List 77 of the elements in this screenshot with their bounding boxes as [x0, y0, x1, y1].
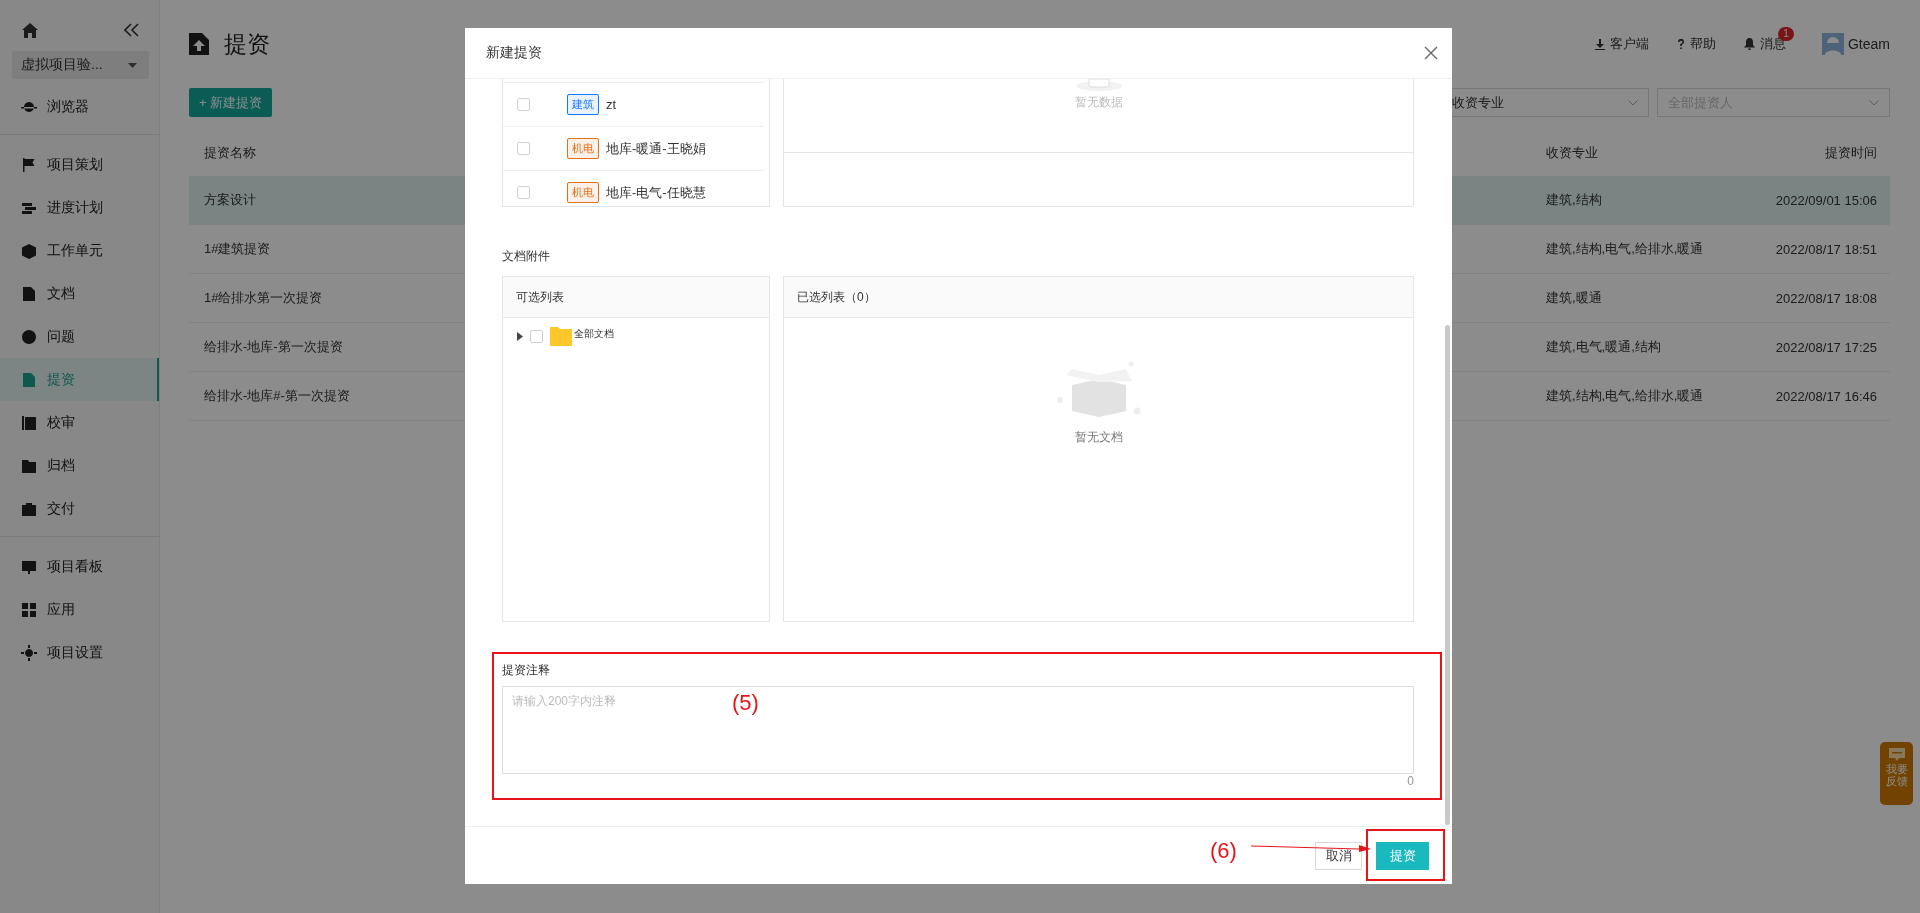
character-counter: 0 — [1407, 774, 1414, 788]
bell-icon — [1744, 38, 1755, 50]
table-cell-text: 1#给排水第一次提资 — [203, 289, 323, 307]
review-icon — [21, 414, 37, 431]
table-cell-text: 给排水-地库-第一次提资 — [203, 338, 343, 356]
table-cell-text: 2022/09/01 15:06 — [1775, 192, 1878, 208]
table-cell-text: 2022/08/17 18:51 — [1775, 241, 1878, 257]
discipline-tag: 机电 — [567, 138, 599, 159]
sidebar-item[interactable]: 归档 — [0, 444, 159, 487]
scrollbar[interactable] — [1445, 325, 1450, 825]
table-cell: 建筑,电气,暖通,结构 — [1546, 338, 1661, 356]
download-icon — [1595, 38, 1605, 50]
sidebar-item[interactable]: 交付 — [0, 487, 159, 530]
annotation-label: (5) — [732, 690, 759, 716]
caret-icon — [128, 62, 137, 68]
chevron-icon — [1628, 99, 1638, 106]
chat-icon — [1888, 748, 1905, 761]
discipline-tag: 机电 — [567, 182, 599, 203]
checkbox[interactable] — [517, 142, 530, 155]
member-name: 地库-电气-任晓慧 — [606, 183, 706, 202]
tree-item[interactable]: 全部文档 — [574, 326, 614, 341]
sidebar-item[interactable]: 校审 — [0, 401, 159, 444]
annotation-label: (6) — [1210, 838, 1237, 864]
panel-header: 可选列表 — [516, 288, 564, 306]
table-cell-text: 1#建筑提资 — [203, 240, 271, 258]
table-cell: 建筑,结构,电气,给排水,暖通 — [1546, 387, 1704, 405]
close-icon[interactable] — [1424, 46, 1438, 60]
column-header: 提资时间 — [1825, 144, 1878, 162]
chevron-icon — [1869, 99, 1879, 106]
page-title: 提资 — [224, 29, 270, 59]
empty-message: 暂无数据 — [1074, 94, 1123, 111]
sidebar-item[interactable]: 项目看板 — [0, 545, 159, 588]
cancel-button[interactable]: 取消 — [1315, 841, 1362, 870]
sidebar-item[interactable]: 工作单元 — [0, 229, 159, 272]
section-label: 文档附件 — [502, 248, 551, 265]
expand-arrow-icon[interactable] — [517, 332, 523, 341]
sidebar-item[interactable]: 进度计划 — [0, 186, 159, 229]
user-name[interactable]: Gteam — [1848, 36, 1890, 52]
table-cell-text: 给排水-地库#-第一次提资 — [203, 387, 350, 405]
table-cell: 建筑,暖通 — [1546, 289, 1602, 307]
checkbox[interactable] — [530, 330, 543, 343]
member-name: 地库-暖通-王晓娟 — [606, 139, 706, 158]
member-name: zt — [606, 97, 617, 112]
table-cell-text: 2022/08/17 17:25 — [1775, 339, 1878, 355]
avatar-icon[interactable] — [1822, 33, 1844, 55]
section-label: 提资注释 — [502, 662, 551, 679]
table-cell-text: 2022/08/17 18:08 — [1775, 290, 1878, 306]
panel-header: 已选列表（0） — [797, 288, 876, 306]
sidebar-item[interactable]: 应用 — [0, 588, 159, 631]
empty-box-icon — [1056, 361, 1141, 419]
home-icon[interactable] — [22, 22, 38, 38]
briefcase-icon — [21, 500, 37, 517]
client-link[interactable]: 客户端 — [1595, 35, 1649, 53]
grid-icon — [21, 601, 37, 618]
sidebar-item[interactable]: 浏览器 — [0, 85, 159, 128]
empty-message: 暂无文档 — [1074, 429, 1123, 446]
flag-icon — [21, 156, 37, 173]
column-header: 提资名称 — [203, 144, 256, 162]
table-cell-text: 方案设计 — [203, 191, 256, 209]
discipline-tag: 建筑 — [567, 94, 599, 115]
document-icon — [21, 285, 37, 302]
board-icon — [21, 558, 37, 575]
checkbox[interactable] — [517, 186, 530, 199]
sidebar-item[interactable]: 文档 — [0, 272, 159, 315]
table-cell: 建筑,结构,电气,给排水,暖通 — [1546, 240, 1704, 258]
project-select[interactable]: 虚拟项目验... — [12, 51, 149, 79]
modal-title: 新建提资 — [486, 44, 542, 62]
column-header: 收资专业 — [1546, 144, 1598, 162]
sidebar-item[interactable]: 项目设置 — [0, 631, 159, 674]
table-cell: 建筑,结构 — [1546, 191, 1602, 209]
folder-icon — [550, 327, 572, 346]
sidebar-item[interactable]: 项目策划 — [0, 143, 159, 186]
collapse-icon[interactable] — [124, 23, 139, 37]
sidebar-item[interactable]: 问题 — [0, 315, 159, 358]
table-cell-text: 2022/08/17 16:46 — [1775, 388, 1878, 404]
checkbox[interactable] — [517, 98, 530, 111]
help-link[interactable]: 帮助 — [1677, 35, 1716, 53]
